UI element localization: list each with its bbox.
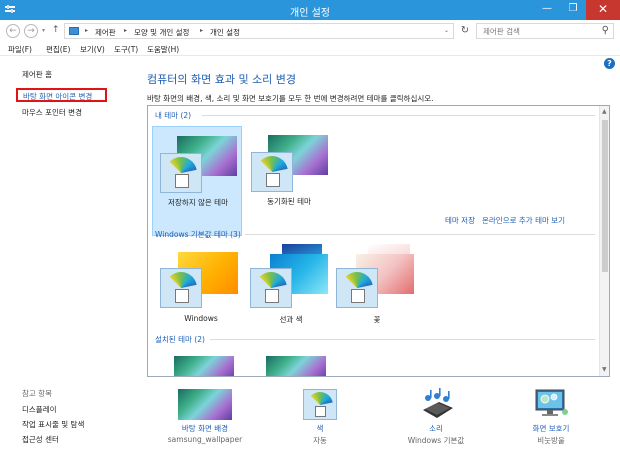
windows-default-themes-label: Windows 기본값 테마 (3) xyxy=(155,230,241,239)
color-setting[interactable]: 색 자동 xyxy=(265,386,375,456)
color-palette-icon xyxy=(251,152,293,192)
maximize-button[interactable]: ❐ xyxy=(560,0,586,20)
ease-of-access-link[interactable]: 접근성 센터 xyxy=(22,434,59,445)
setting-label: 색 xyxy=(316,424,324,433)
address-bar: ← → ▾ ↑ ▸ 제어판 ▸ 모양 및 개인 설정 ▸ 개인 설정 ⌄ ↻ ⚲ xyxy=(0,20,620,42)
menu-help[interactable]: 도움말(H) xyxy=(147,44,179,55)
back-button[interactable]: ← xyxy=(6,24,20,38)
up-button[interactable]: ↑ xyxy=(52,25,60,35)
theme-name: 동기화된 테마 xyxy=(267,197,311,206)
forward-button[interactable]: → xyxy=(24,24,38,38)
theme-list: 내 테마 (2) 저장하지 않은 테마 동기화된 테마 테마 저장 온라인으로 … xyxy=(147,105,610,377)
setting-value: samsung_wallpaper xyxy=(167,435,243,444)
theme-wallpaper[interactable] xyxy=(174,356,234,376)
change-desktop-icons-link[interactable]: 바탕 화면 아이콘 변경 xyxy=(16,88,107,102)
scroll-up-arrow[interactable]: ▲ xyxy=(602,108,607,115)
scroll-thumb[interactable] xyxy=(602,120,608,272)
wallpaper-icon xyxy=(178,389,232,420)
change-mouse-pointers-link[interactable]: 마우스 포인터 변경 xyxy=(22,107,82,118)
desktop-background-setting[interactable]: 바탕 화면 배경 samsung_wallpaper xyxy=(150,386,260,456)
scroll-down-arrow[interactable]: ▼ xyxy=(602,366,607,373)
color-palette-icon xyxy=(160,153,202,193)
theme-wallpaper[interactable] xyxy=(266,356,326,376)
display-link[interactable]: 디스플레이 xyxy=(22,404,57,415)
breadcrumb-separator[interactable]: ▸ xyxy=(85,27,88,34)
sounds-setting[interactable]: 소리 Windows 기본값 xyxy=(381,386,491,456)
refresh-button[interactable]: ↻ xyxy=(458,23,472,39)
vertical-scrollbar[interactable]: ▲ ▼ xyxy=(599,106,609,376)
left-pane: 제어판 홈 바탕 화면 아이콘 변경 마우스 포인터 변경 참고 항목 디스플레… xyxy=(0,57,142,461)
taskbar-navigation-link[interactable]: 작업 표시줄 및 탐색 xyxy=(22,419,84,430)
breadcrumb-personalization[interactable]: 개인 설정 xyxy=(210,27,240,38)
setting-value: 자동 xyxy=(313,436,327,445)
theme-unsaved[interactable]: 저장하지 않은 테마 xyxy=(152,126,242,236)
search-box[interactable]: ⚲ xyxy=(476,23,614,39)
close-button[interactable]: ✕ xyxy=(586,0,620,20)
breadcrumb-separator[interactable]: ▸ xyxy=(200,27,203,34)
theme-name: 꽃 xyxy=(373,315,381,324)
menu-edit[interactable]: 편집(E) xyxy=(46,44,70,55)
recent-locations-button[interactable]: ▾ xyxy=(42,27,45,34)
control-panel-home-link[interactable]: 제어판 홈 xyxy=(22,69,52,80)
color-palette-icon xyxy=(250,268,292,308)
minimize-button[interactable]: — xyxy=(534,0,560,20)
breadcrumb-control-panel[interactable]: 제어판 xyxy=(95,27,116,38)
chevron-down-icon[interactable]: ⌄ xyxy=(444,27,449,34)
theme-synced[interactable]: 동기화된 테마 xyxy=(244,126,334,236)
save-theme-link[interactable]: 테마 저장 xyxy=(445,215,475,226)
group-divider xyxy=(202,115,595,116)
help-button[interactable]: ? xyxy=(604,58,615,69)
screen-saver-icon xyxy=(535,389,568,416)
search-input[interactable] xyxy=(483,26,595,37)
setting-label: 화면 보호기 xyxy=(532,424,570,433)
color-palette-icon xyxy=(303,389,337,420)
my-themes-label: 내 테마 (2) xyxy=(155,111,192,120)
breadcrumb[interactable]: ▸ 제어판 ▸ 모양 및 개인 설정 ▸ 개인 설정 ⌄ xyxy=(64,23,454,39)
theme-flowers[interactable]: 꽃 xyxy=(332,244,422,354)
theme-name: 저장하지 않은 테마 xyxy=(168,198,228,207)
theme-lines-and-colors[interactable]: 선과 색 xyxy=(246,244,336,354)
screen-saver-setting[interactable]: 화면 보호기 비눗방울 xyxy=(496,386,606,456)
see-also-heading: 참고 항목 xyxy=(22,389,52,398)
group-divider xyxy=(210,339,595,340)
setting-value: 비눗방울 xyxy=(537,436,565,445)
window-title: 개인 설정 xyxy=(290,8,330,19)
menu-tools[interactable]: 도구(T) xyxy=(114,44,138,55)
get-more-themes-link[interactable]: 온라인으로 추가 테마 보기 xyxy=(482,215,565,226)
theme-name: Windows xyxy=(184,314,218,323)
control-panel-icon xyxy=(69,27,79,35)
menu-bar: 파일(F) 편집(E) 보기(V) 도구(T) 도움말(H) xyxy=(0,42,620,56)
setting-label: 소리 xyxy=(429,424,443,433)
menu-file[interactable]: 파일(F) xyxy=(8,44,32,55)
setting-label: 바탕 화면 배경 xyxy=(181,424,229,433)
setting-value: Windows 기본값 xyxy=(407,436,465,445)
breadcrumb-appearance[interactable]: 모양 및 개인 설정 xyxy=(134,27,189,38)
title-bar: 개인 설정 — ❐ ✕ xyxy=(0,0,620,20)
color-palette-icon xyxy=(160,268,202,308)
page-title: 컴퓨터의 화면 효과 및 소리 변경 xyxy=(147,73,297,86)
color-palette-icon xyxy=(336,268,378,308)
search-icon[interactable]: ⚲ xyxy=(602,25,609,36)
group-divider xyxy=(245,234,595,235)
page-description: 바탕 화면의 배경, 색, 소리 및 화면 보호기를 모두 한 번에 변경하려면… xyxy=(147,94,434,103)
theme-name: 선과 색 xyxy=(279,315,303,324)
breadcrumb-separator[interactable]: ▸ xyxy=(124,27,127,34)
installed-themes-label: 설치된 테마 (2) xyxy=(155,335,205,344)
menu-view[interactable]: 보기(V) xyxy=(80,44,105,55)
sound-icon xyxy=(423,388,453,418)
